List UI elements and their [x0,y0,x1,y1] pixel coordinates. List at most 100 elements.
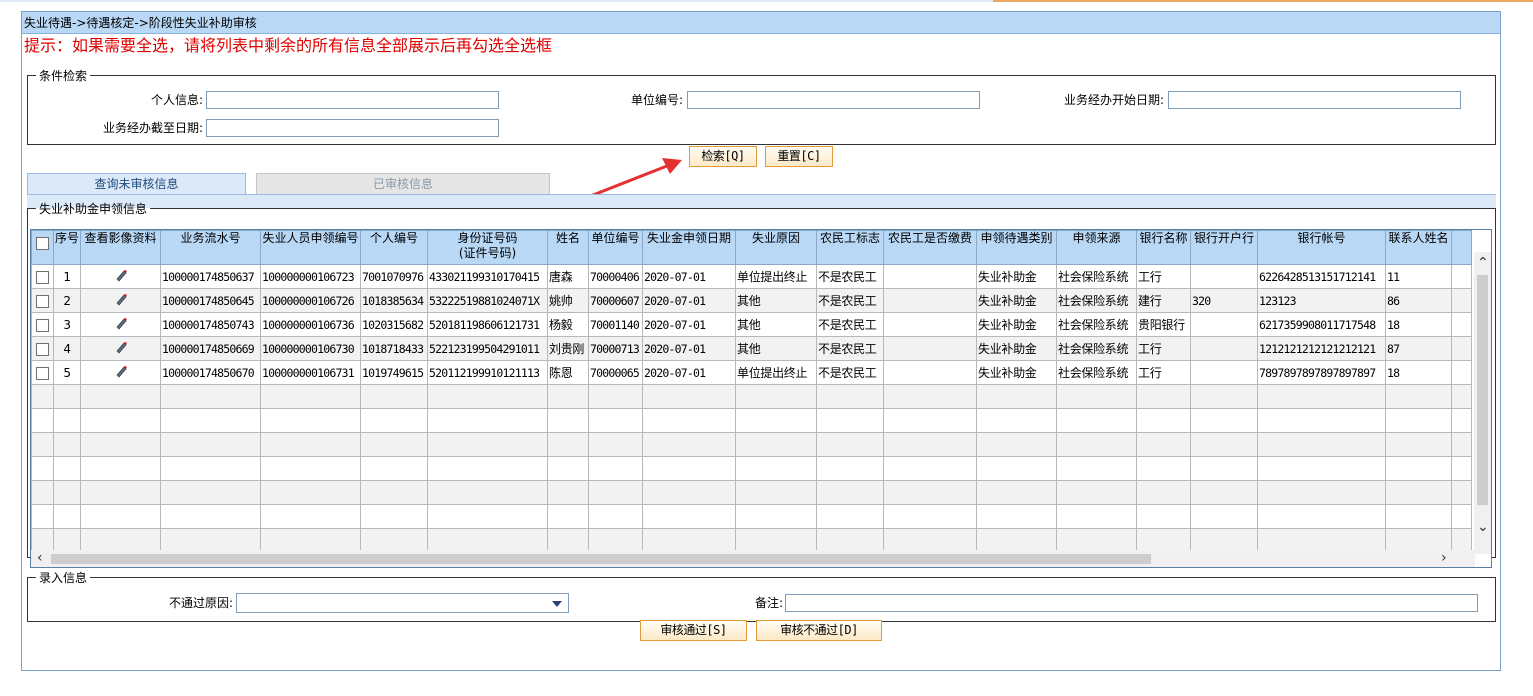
cell-serial: 100000174850645 [160,288,261,313]
view-image-cell[interactable] [80,336,161,361]
top-accent [993,0,1533,2]
table-row[interactable]: 3 100000174850743 100000000106736 102031568… [31,312,1472,337]
row-checkbox[interactable] [36,342,49,356]
row-select-cell[interactable] [31,480,54,505]
vertical-scroll-thumb[interactable] [1477,275,1488,505]
select-all-header[interactable] [31,230,54,265]
row-select-cell[interactable] [31,288,54,313]
cell-unit_no: 70000406 [588,264,643,289]
cell-apply_no: 100000000106736 [260,312,361,337]
horizontal-scrollbar[interactable]: ‹ › [31,550,1475,567]
col-header: 申领待遇类别 [976,230,1057,265]
cell-bank: 工行 [1136,264,1191,289]
row-select-cell[interactable] [31,408,54,433]
table-row-empty [31,480,1472,505]
cell-spacer [1451,504,1472,529]
scroll-right-icon[interactable]: › [1441,551,1447,565]
cell-unit_no: 70000065 [588,360,643,385]
row-select-cell[interactable] [31,432,54,457]
scroll-down-icon[interactable]: ⌄ [1477,520,1489,534]
pencil-icon[interactable] [114,340,128,354]
table-row[interactable]: 5 100000174850670 100000000106731 101974961… [31,360,1472,385]
cell-branch [1190,264,1258,289]
cell-migrant: 不是农民工 [816,336,884,361]
scroll-left-icon[interactable]: ‹ [37,551,43,565]
col-header: 失业金申领日期 [642,230,736,265]
tab-unreviewed[interactable]: 查询未审核信息 [27,173,246,195]
horizontal-scroll-thumb[interactable] [51,554,1151,564]
id-header-label: 身份证号码 [457,231,518,246]
row-select-cell[interactable] [31,504,54,529]
cell-source: 社会保险系统 [1056,288,1137,313]
table-row-empty [31,528,1472,553]
pencil-icon[interactable] [114,364,128,378]
view-image-cell[interactable] [80,360,161,385]
cell-date: 2020-07-01 [642,360,736,385]
end-date-label: 业务经办截至日期: [102,121,203,135]
view-image-cell[interactable] [80,312,161,337]
tab-reviewed[interactable]: 已审核信息 [256,173,550,195]
row-select-cell[interactable] [31,528,54,553]
table-row[interactable]: 1 100000174850637 100000000106723 700107097… [31,264,1472,289]
vertical-scrollbar[interactable]: ⌃ ⌄ [1474,252,1491,554]
cell-migrant: 不是农民工 [816,312,884,337]
reject-reason-select[interactable] [236,593,569,613]
row-select-cell[interactable] [31,456,54,481]
cell-spacer [1451,528,1472,553]
search-legend: 条件检索 [39,69,88,83]
row-select-cell[interactable] [31,360,54,385]
cell-spacer [1451,432,1472,457]
table-row[interactable]: 4 100000174850669 100000000106730 101871843… [31,336,1472,361]
cell-bank: 贵阳银行 [1136,312,1191,337]
reset-button[interactable]: 重置[C] [765,146,833,167]
end-date-input[interactable] [206,119,499,137]
row-checkbox[interactable] [36,294,49,308]
grid-legend: 失业补助金申领信息 [39,202,148,216]
cell-branch: 320 [1190,288,1258,313]
cell-id_no: 433021199310170415 [427,264,548,289]
cell-no: 1 [53,264,81,289]
start-date-input[interactable] [1168,91,1461,109]
row-select-cell[interactable] [31,384,54,409]
table-row[interactable]: 2 100000174850645 100000000106726 101838563… [31,288,1472,313]
cell-contact: 11 [1385,264,1452,289]
cell-migrant: 不是农民工 [816,264,884,289]
pencil-icon[interactable] [114,292,128,306]
cell-reason: 单位提出终止 [735,360,817,385]
reject-button[interactable]: 审核不通过[D] [756,620,882,641]
reject-reason-label: 不通过原因: [168,596,233,610]
cell-reason: 其他 [735,288,817,313]
row-select-cell[interactable] [31,264,54,289]
col-header: 农民工是否缴费 [883,230,977,265]
scroll-up-icon[interactable]: ⌃ [1477,256,1489,270]
view-image-cell[interactable] [80,264,161,289]
cell-name: 姚帅 [547,288,589,313]
col-header: 序号 [53,230,81,265]
cell-no: 5 [53,360,81,385]
unit-no-input[interactable] [687,91,980,109]
view-image-cell[interactable] [80,288,161,313]
cell-branch [1190,360,1258,385]
remark-input[interactable] [785,594,1478,612]
pencil-icon[interactable] [114,316,128,330]
cell-spacer [1451,264,1472,289]
row-checkbox[interactable] [36,318,49,332]
cell-bank: 建行 [1136,288,1191,313]
cell-date: 2020-07-01 [642,264,736,289]
cell-spacer [1451,456,1472,481]
cell-serial: 100000174850670 [160,360,261,385]
grid-header-row: 序号 查看影像资料 业务流水号 失业人员申领编号 个人编号 身份证号码 (证件号码… [31,230,1472,265]
select-all-checkbox[interactable] [36,237,49,250]
grid-container: 序号 查看影像资料 业务流水号 失业人员申领编号 个人编号 身份证号码 (证件号码… [30,229,1492,568]
search-button[interactable]: 检索[Q] [689,146,757,167]
row-checkbox[interactable] [36,270,49,284]
pencil-icon[interactable] [114,268,128,282]
cell-id_no: 520112199910121113 [427,360,548,385]
approve-button[interactable]: 审核通过[S] [640,620,747,641]
dropdown-caret-icon[interactable] [552,601,562,607]
cell-name: 刘贵刚 [547,336,589,361]
personal-info-input[interactable] [206,91,499,109]
row-select-cell[interactable] [31,336,54,361]
row-select-cell[interactable] [31,312,54,337]
row-checkbox[interactable] [36,366,49,380]
